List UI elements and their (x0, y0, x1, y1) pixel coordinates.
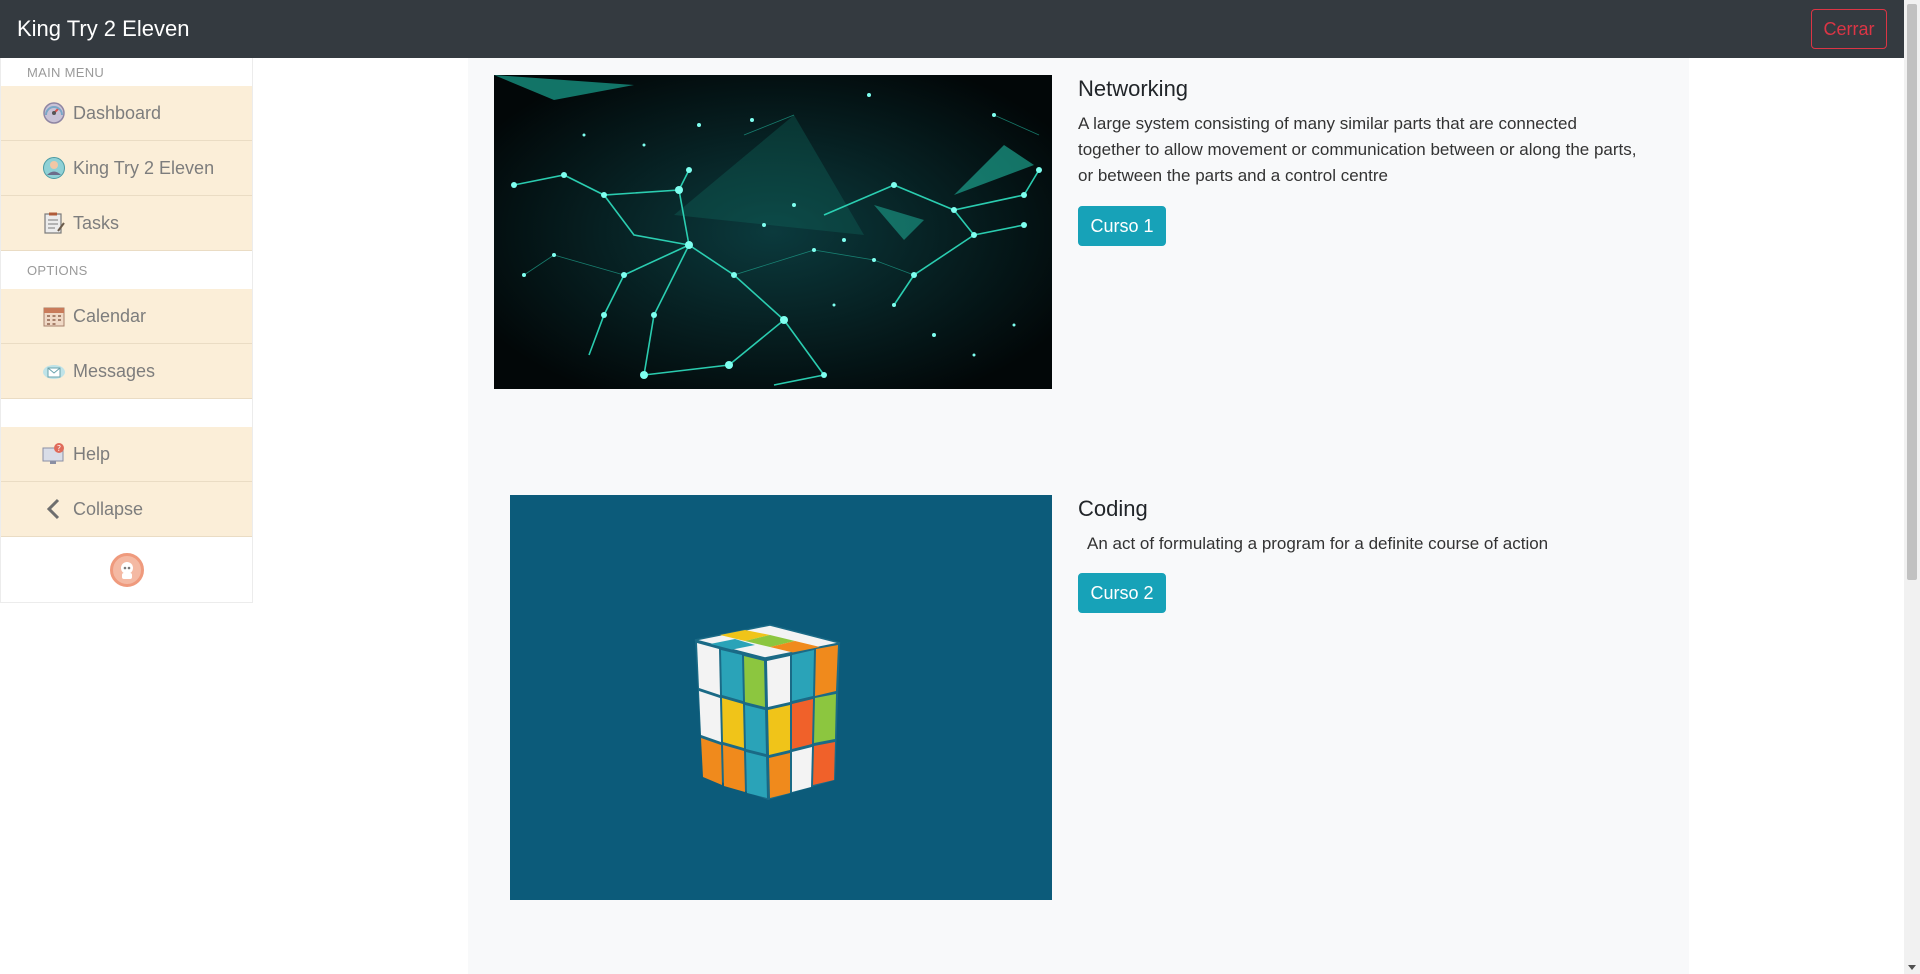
sidebar-item-calendar[interactable]: Calendar (1, 289, 252, 344)
sidebar: MAIN MENU Dashboard King Try 2 Eleven Ta… (0, 58, 253, 603)
scroll-down-arrow-icon[interactable] (1908, 965, 1916, 970)
options-label: OPTIONS (27, 262, 88, 278)
sidebar-item-label: Dashboard (73, 102, 162, 123)
sidebar-item-profile[interactable]: King Try 2 Eleven (1, 141, 252, 196)
sidebar-item-label: Help (73, 443, 111, 464)
calendar-icon (41, 303, 67, 329)
page-scrollbar[interactable] (1904, 0, 1920, 974)
svg-text:?: ? (57, 444, 61, 453)
tasks-icon (41, 210, 67, 236)
sidebar-item-collapse[interactable]: Collapse (1, 482, 252, 537)
sidebar-item-dashboard[interactable]: Dashboard (1, 86, 252, 141)
app-brand[interactable]: King Try 2 Eleven (17, 16, 189, 42)
sidebar-item-label: Messages (73, 360, 156, 381)
top-navbar: King Try 2 Eleven Cerrar (0, 0, 1904, 58)
sidebar-item-label: Collapse (73, 498, 144, 519)
course-description: A large system consisting of many simila… (1078, 114, 1637, 185)
user-profile-icon (41, 155, 67, 181)
sidebar-item-label: Calendar (73, 305, 147, 326)
course-title: Networking (1078, 76, 1189, 101)
rubiks-cube-image (510, 495, 1052, 900)
sidebar-spacer (1, 399, 252, 427)
dashboard-icon (41, 100, 67, 126)
sidebar-item-messages[interactable]: Messages (1, 344, 252, 399)
sidebar-item-label: King Try 2 Eleven (73, 157, 215, 178)
curso-1-button[interactable]: Curso 1 (1078, 206, 1166, 246)
curso-2-button[interactable]: Curso 2 (1078, 573, 1166, 613)
course-description: An act of formulating a program for a de… (1087, 534, 1549, 553)
logout-button[interactable]: Cerrar (1811, 9, 1887, 49)
course-title: Coding (1078, 496, 1148, 521)
sidebar-footer (1, 537, 252, 602)
chevron-left-icon (41, 496, 67, 522)
messages-icon (41, 358, 67, 384)
sidebar-item-help[interactable]: ? Help (1, 427, 252, 482)
help-icon: ? (41, 441, 67, 467)
network-nodes-image (494, 75, 1052, 389)
sidebar-item-tasks[interactable]: Tasks (1, 196, 252, 251)
main-menu-label: MAIN MENU (27, 64, 105, 80)
sidebar-item-label: Tasks (73, 212, 120, 233)
scrollbar-thumb[interactable] (1907, 4, 1917, 580)
avatar[interactable] (109, 552, 144, 587)
